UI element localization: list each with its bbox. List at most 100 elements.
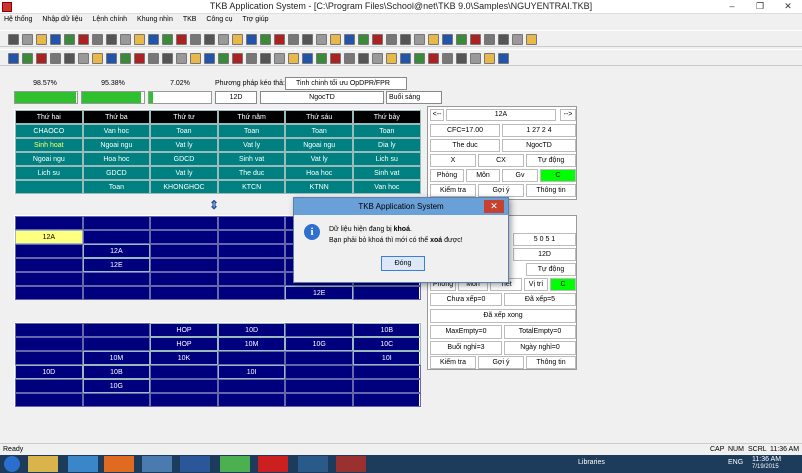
- toolbar-icon[interactable]: [162, 34, 173, 45]
- mail-icon[interactable]: [142, 456, 172, 472]
- class-grid-cell[interactable]: [15, 286, 83, 300]
- toolbar-icon[interactable]: [442, 34, 453, 45]
- toolbar-icon[interactable]: [64, 53, 75, 64]
- room-grid-cell[interactable]: [217, 393, 286, 407]
- toolbar-icon[interactable]: [386, 34, 397, 45]
- toolbar-icon[interactable]: [470, 53, 481, 64]
- toolbar-icon[interactable]: [442, 53, 453, 64]
- c-button-2[interactable]: C: [550, 278, 576, 291]
- tkb-app-icon[interactable]: [336, 456, 366, 472]
- room-grid-cell[interactable]: [353, 393, 421, 407]
- explorer-icon[interactable]: [28, 456, 58, 472]
- splitter-arrow-icon[interactable]: ⇕: [209, 198, 219, 212]
- room-grid-cell[interactable]: 10G: [82, 379, 151, 393]
- timetable-cell[interactable]: Vat ly: [285, 152, 353, 166]
- toolbar-icon[interactable]: [344, 34, 355, 45]
- dialog-close-button[interactable]: ✕: [484, 200, 504, 213]
- toolbar-icon[interactable]: [106, 34, 117, 45]
- room-grid-cell[interactable]: [353, 365, 421, 379]
- toolbar-icon[interactable]: [274, 53, 285, 64]
- timetable-cell[interactable]: Sinh vat: [217, 152, 286, 166]
- room-grid-cell[interactable]: [285, 351, 353, 365]
- toolbar-icon[interactable]: [190, 53, 201, 64]
- toolbar-icon[interactable]: [372, 34, 383, 45]
- menu-lenh-chinh[interactable]: Lệnh chính: [88, 14, 131, 25]
- toolbar-icon[interactable]: [302, 34, 313, 45]
- toolbar-icon[interactable]: [8, 53, 19, 64]
- toolbar-icon[interactable]: [120, 53, 131, 64]
- code-field[interactable]: 1 27 2 4: [502, 124, 576, 137]
- prev-button[interactable]: <--: [430, 109, 444, 121]
- class-field[interactable]: 12D: [215, 91, 257, 104]
- timetable-cell[interactable]: Lich su: [15, 166, 83, 180]
- class-grid-cell[interactable]: [82, 286, 151, 300]
- room-grid-cell[interactable]: [82, 323, 151, 337]
- timetable-cell[interactable]: Ngoai ngu: [82, 138, 151, 152]
- toolbar-icon[interactable]: [484, 34, 495, 45]
- class-grid-cell[interactable]: [15, 258, 83, 272]
- class-grid-cell[interactable]: 12A: [82, 244, 151, 258]
- toolbar-icon[interactable]: [456, 53, 467, 64]
- timetable-cell[interactable]: Ngoai ngu: [15, 152, 83, 166]
- room-grid-cell[interactable]: [15, 351, 83, 365]
- close-button[interactable]: ✕: [774, 0, 802, 13]
- toolbar-icon[interactable]: [316, 34, 327, 45]
- toolbar-icon[interactable]: [232, 53, 243, 64]
- code-field-2[interactable]: 5 0 5 1: [513, 233, 576, 246]
- session-select[interactable]: Buổi sáng: [386, 91, 442, 104]
- room-button[interactable]: Phòng: [430, 169, 464, 182]
- toolbar-icon[interactable]: [162, 53, 173, 64]
- position-button[interactable]: Vị trí: [524, 278, 548, 291]
- room-grid-cell[interactable]: [15, 393, 83, 407]
- toolbar-icon[interactable]: [358, 34, 369, 45]
- hint-button-2[interactable]: Gợi ý: [478, 356, 524, 369]
- class-grid-cell[interactable]: [150, 272, 218, 286]
- class-grid-cell[interactable]: [15, 244, 83, 258]
- class-grid-cell[interactable]: [217, 258, 286, 272]
- toolbar-icon[interactable]: [204, 34, 215, 45]
- room-grid-cell[interactable]: [15, 337, 83, 351]
- room-grid-cell[interactable]: 10B: [353, 323, 421, 337]
- room-grid-cell[interactable]: 10M: [82, 351, 151, 365]
- room-grid-cell[interactable]: [15, 379, 83, 393]
- room-grid-cell[interactable]: [150, 365, 218, 379]
- toolbar-icon[interactable]: [190, 34, 201, 45]
- toolbar-icon[interactable]: [414, 53, 425, 64]
- toolbar-icon[interactable]: [456, 34, 467, 45]
- class-select[interactable]: 12A: [446, 109, 556, 121]
- toolbar-icon[interactable]: [78, 53, 89, 64]
- restore-button[interactable]: ❐: [746, 0, 774, 13]
- timetable-cell[interactable]: Dia ly: [353, 138, 421, 152]
- class-grid-cell[interactable]: 12E: [285, 286, 353, 300]
- c-button[interactable]: C: [540, 169, 576, 182]
- teacher-button[interactable]: Gv: [502, 169, 538, 182]
- cx-button[interactable]: CX: [478, 154, 524, 167]
- toolbar-icon[interactable]: [288, 34, 299, 45]
- timetable-cell[interactable]: KTNN: [285, 180, 353, 194]
- toolbar-icon[interactable]: [414, 34, 425, 45]
- class-grid-cell[interactable]: [15, 272, 83, 286]
- info-button[interactable]: Thông tin: [526, 184, 576, 197]
- toolbar-icon[interactable]: [260, 34, 271, 45]
- minimize-button[interactable]: –: [718, 0, 746, 13]
- room-grid-cell[interactable]: 10G: [285, 337, 353, 351]
- class-grid-cell[interactable]: [15, 216, 83, 230]
- timetable-cell[interactable]: Vat ly: [217, 138, 286, 152]
- class-grid-cell[interactable]: [217, 244, 286, 258]
- room-grid-cell[interactable]: [150, 379, 218, 393]
- room-grid-cell[interactable]: [217, 379, 286, 393]
- check-button-2[interactable]: Kiểm tra: [430, 356, 476, 369]
- toolbar-icon[interactable]: [526, 34, 537, 45]
- toolbar-icon[interactable]: [470, 34, 481, 45]
- toolbar-icon[interactable]: [330, 53, 341, 64]
- next-button[interactable]: -->: [560, 109, 576, 121]
- toolbar-icon[interactable]: [92, 53, 103, 64]
- toolbar-icon[interactable]: [288, 53, 299, 64]
- room-grid-cell[interactable]: 10I: [353, 351, 421, 365]
- x-button[interactable]: X: [430, 154, 476, 167]
- timetable-cell[interactable]: Hoa hoc: [82, 152, 151, 166]
- room-grid-cell[interactable]: 10M: [217, 337, 286, 351]
- toolbar-icon[interactable]: [218, 34, 229, 45]
- room-grid-cell[interactable]: HOP: [150, 337, 218, 351]
- unscheduled-label[interactable]: Chưa xếp=0: [430, 293, 502, 306]
